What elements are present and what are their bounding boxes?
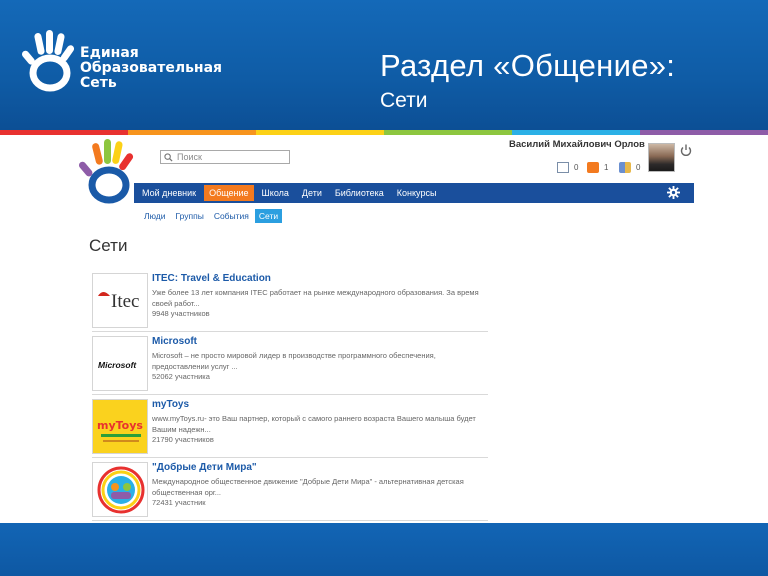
stat-value: 0 [636, 162, 641, 172]
notification-icon [587, 161, 599, 173]
network-list: Itec ITEC: Travel & Education Уже более … [92, 269, 488, 521]
microsoft-logo-text: Microsoft [98, 360, 137, 370]
power-icon[interactable] [680, 144, 692, 157]
network-description: Международное общественное движение "Доб… [152, 477, 464, 497]
slide-subtitle: Сети [380, 89, 428, 112]
list-item: "Добрые Дети Мира" Международное обществ… [92, 458, 488, 521]
subnav-item-groups[interactable]: Группы [171, 209, 207, 223]
stat-notifications[interactable]: 1 [587, 160, 608, 174]
nav-item-communication[interactable]: Общение [204, 185, 254, 201]
section-title: Сети [89, 236, 128, 255]
network-name-link[interactable]: ITEC: Travel & Education [152, 273, 271, 284]
nav-item-contests[interactable]: Конкурсы [392, 185, 442, 201]
network-logo-mytoys[interactable]: myToys [92, 399, 148, 454]
itec-logo-text: Itec [111, 291, 139, 312]
brand-line: Единая [80, 45, 139, 61]
subnav-item-networks[interactable]: Сети [254, 209, 283, 223]
network-description: Уже более 13 лет компания ITEC работает … [152, 288, 479, 308]
network-logo-kind-kids[interactable] [92, 462, 148, 517]
main-nav: Мой дневник Общение Школа Дети Библиотек… [134, 183, 694, 203]
network-members: 9948 участников [152, 309, 210, 318]
stat-messages[interactable]: 0 [557, 160, 578, 174]
app-screenshot: Поиск Василий Михайлович Орлов 0 1 0 Мой… [68, 135, 700, 523]
list-item: Itec ITEC: Travel & Education Уже более … [92, 269, 488, 332]
subnav-item-people[interactable]: Люди [140, 209, 169, 223]
network-members: 72431 участник [152, 498, 206, 507]
kind-kids-logo-icon [97, 466, 145, 514]
network-members: 52062 участника [152, 372, 210, 381]
mytoys-logo-text: myToys [97, 419, 143, 432]
network-name-link[interactable]: "Добрые Дети Мира" [152, 462, 257, 473]
nav-item-diary[interactable]: Мой дневник [137, 185, 201, 201]
network-logo-itec[interactable]: Itec [92, 273, 148, 328]
nav-item-library[interactable]: Библиотека [330, 185, 389, 201]
site-hand-logo-icon[interactable] [78, 137, 140, 207]
stat-friends[interactable]: 0 [619, 160, 640, 174]
avatar[interactable] [648, 143, 675, 172]
search-input[interactable]: Поиск [160, 150, 290, 164]
sub-nav: Люди Группы События Сети [140, 209, 284, 223]
brand-line: Образовательная [80, 60, 223, 76]
network-logo-microsoft[interactable]: Microsoft [92, 336, 148, 391]
itec-logo-icon: Itec [98, 291, 139, 312]
slide-header: Единая Образовательная Сеть Раздел «Обще… [0, 0, 768, 130]
search-icon [164, 152, 173, 162]
search-placeholder: Поиск [177, 152, 202, 162]
network-name-link[interactable]: Microsoft [152, 336, 197, 347]
mytoys-logo-icon: myToys [97, 419, 143, 442]
nav-item-school[interactable]: Школа [257, 185, 294, 201]
slide-title: Раздел «Общение»: [380, 48, 676, 83]
subnav-item-events[interactable]: События [210, 209, 253, 223]
network-name-link[interactable]: myToys [152, 399, 189, 410]
network-description: Microsoft – не просто мировой лидер в пр… [152, 351, 436, 371]
hand-logo-icon [22, 30, 75, 92]
brand-line: Сеть [80, 75, 117, 91]
brand-logo: Единая Образовательная Сеть [22, 30, 242, 92]
network-members: 21790 участников [152, 435, 214, 444]
list-item: myToys myToys www.myToys.ru- это Ваш пар… [92, 395, 488, 458]
nav-item-children[interactable]: Дети [297, 185, 327, 201]
slide-footer [0, 523, 768, 576]
list-item: Microsoft Microsoft Microsoft – не прост… [92, 332, 488, 395]
user-name-link[interactable]: Василий Михайлович Орлов [509, 139, 645, 150]
friends-icon [619, 161, 631, 173]
microsoft-logo-icon: Microsoft [98, 360, 137, 370]
mail-icon [557, 161, 569, 173]
stat-value: 1 [604, 162, 609, 172]
stat-value: 0 [574, 162, 579, 172]
gear-icon[interactable] [667, 186, 680, 199]
network-description: www.myToys.ru- это Ваш партнер, который … [152, 414, 476, 434]
brand-text: Единая Образовательная Сеть [80, 46, 222, 91]
